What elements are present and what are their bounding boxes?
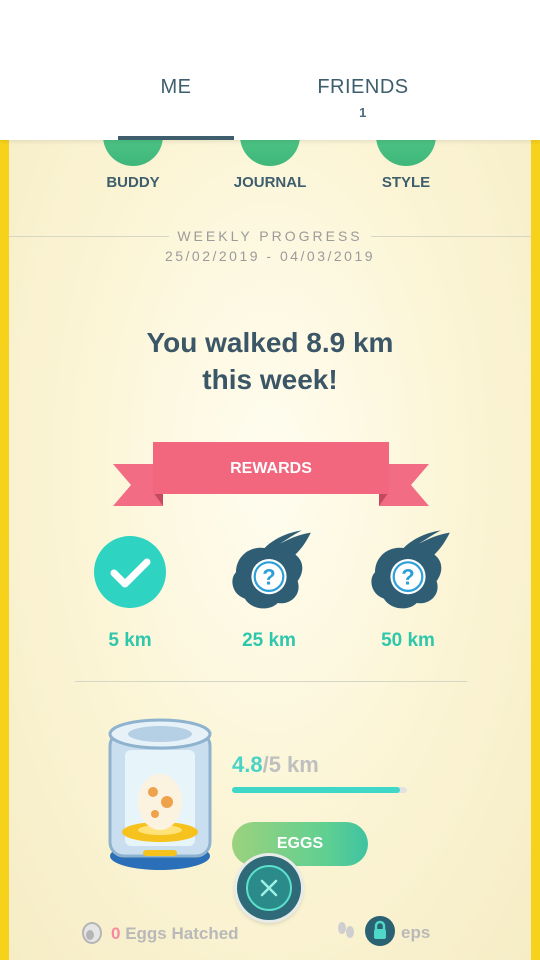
egg-icon [82,922,102,944]
tab-me[interactable]: ME [118,76,234,99]
nav-style-label: STYLE [381,174,431,191]
active-tab-indicator [118,136,234,140]
rewards-divider [75,681,467,682]
steps-label: eps [401,923,431,942]
journal-icon [240,140,300,166]
lock-badge[interactable] [365,916,395,946]
rewards-ribbon: REWARDS [113,442,429,510]
buddy-icon [103,140,163,166]
walked-line-1: You walked 8.9 km [146,327,394,358]
rewards-banner-label: REWARDS [230,460,312,477]
nav-journal-label: JOURNAL [233,174,307,191]
incubator-distance: 4.8/5 km [232,752,319,778]
lock-icon [374,920,386,939]
close-button-inner [246,865,292,911]
tab-friends-label: FRIENDS [317,76,409,98]
eggs-hatched-stat: 0 Eggs Hatched [81,920,239,944]
eggs-hatched-label: Eggs Hatched [120,924,239,943]
svg-text:?: ? [401,564,414,589]
nav-buddy-label: BUDDY [106,174,160,191]
close-icon [260,879,278,897]
reward-label: 25 km [242,630,296,651]
walked-summary: You walked 8.9 km this week! [69,324,471,398]
reward-label: 5 km [108,630,152,651]
incubator-distance-total: /5 km [262,752,319,777]
incubator-progress-bar [232,787,407,793]
mystery-reward-icon: ? [371,530,450,609]
reward-label: 50 km [381,630,435,651]
footsteps-icon [338,922,354,938]
tab-me-label: ME [160,76,192,98]
mystery-reward-icon: ? [232,530,311,609]
weekly-progress-dates: 25/02/2019 - 04/03/2019 [164,248,376,264]
tab-friends[interactable]: FRIENDS 1 [300,76,426,120]
weekly-progress-panel: BUDDY JOURNAL STYLE WEEKLY PROGRESS 25/0… [9,140,531,960]
egg-incubator-icon[interactable] [103,714,217,874]
profile-header: ME FRIENDS 1 [0,0,540,140]
walked-line-2: this week! [202,364,338,395]
incubator-progress-fill [232,787,400,793]
friends-count-badge: 1 [359,105,367,120]
close-button[interactable] [237,856,301,920]
weekly-progress-title: WEEKLY PROGRESS [177,228,363,244]
style-icon [376,140,436,166]
incubator-distance-current: 4.8 [232,752,263,777]
svg-text:?: ? [262,564,275,589]
check-icon [94,536,166,608]
